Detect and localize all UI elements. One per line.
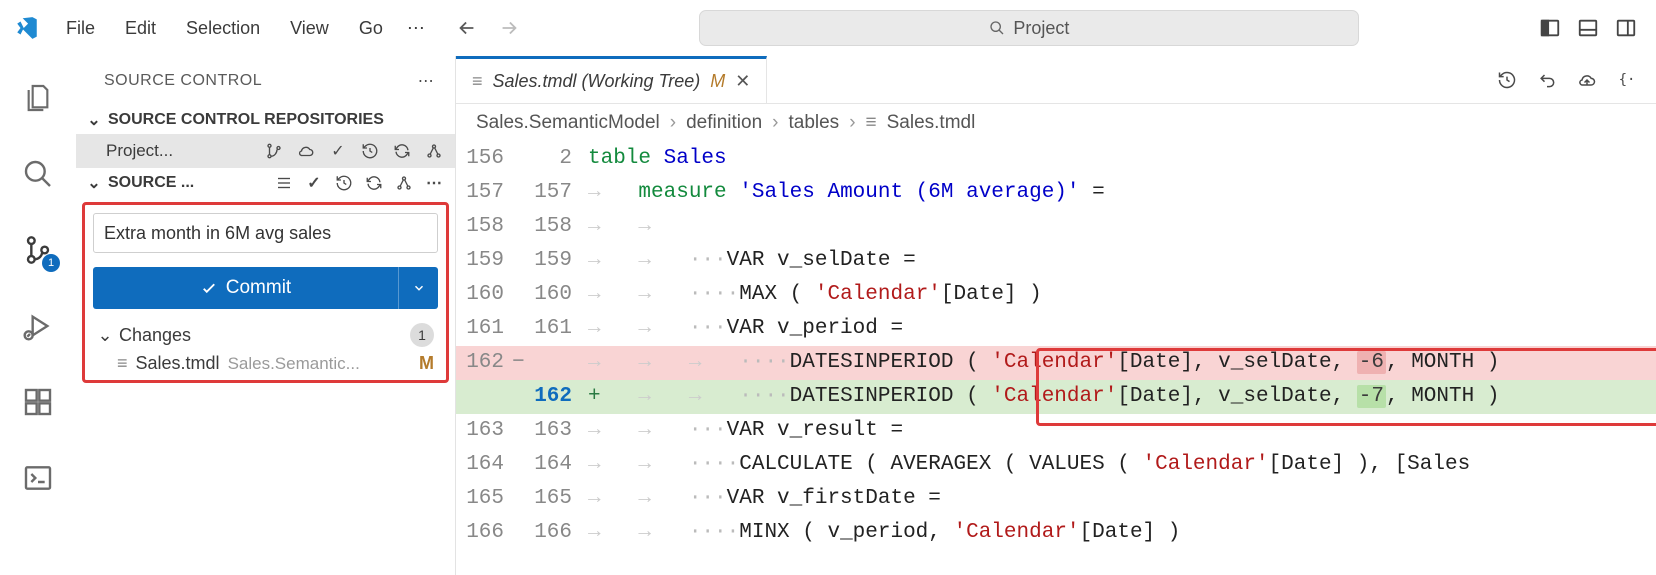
sidebar-more-icon[interactable]: ⋯ — [415, 70, 437, 92]
code-line-added: 162 + → → ····DATESINPERIOD ( 'Calendar'… — [456, 380, 1656, 414]
checkmark-icon[interactable]: ✓ — [327, 140, 349, 162]
breadcrumb-item[interactable]: tables — [788, 112, 839, 134]
code-line: 164164 → → ····CALCULATE ( AVERAGEX ( VA… — [456, 448, 1656, 482]
chevron-down-icon: ⌄ — [86, 110, 102, 130]
search-placeholder: Project — [1013, 18, 1069, 39]
command-center-search[interactable]: Project — [699, 10, 1359, 46]
breadcrumb-item[interactable]: Sales.SemanticModel — [476, 112, 660, 134]
revert-file-icon[interactable] — [1536, 69, 1558, 91]
menu-file[interactable]: File — [52, 12, 109, 45]
breadcrumb-item[interactable]: definition — [686, 112, 762, 134]
tab-sales-tmdl[interactable]: ≡ Sales.tmdl (Working Tree) M ✕ — [456, 56, 767, 103]
checkmark-icon — [200, 279, 218, 297]
menubar: File Edit Selection View Go ⋯ — [52, 12, 433, 45]
code-line: 157157 → measure 'Sales Amount (6M avera… — [456, 176, 1656, 210]
refresh-icon[interactable] — [391, 140, 413, 162]
sidebar-title: SOURCE CONTROL — [104, 72, 262, 90]
history-icon[interactable] — [333, 172, 355, 194]
menu-go[interactable]: Go — [345, 12, 397, 45]
graph-icon[interactable] — [423, 140, 445, 162]
code-line-removed: 162− → → → ····DATESINPERIOD ( 'Calendar… — [456, 346, 1656, 380]
file-path: Sales.Semantic... — [228, 354, 411, 374]
menu-view[interactable]: View — [276, 12, 343, 45]
layout-panel-bottom-icon[interactable] — [1574, 14, 1602, 42]
chevron-right-icon: › — [772, 112, 778, 134]
source-control-icon[interactable]: 1 — [18, 230, 58, 270]
explorer-icon[interactable] — [18, 78, 58, 118]
activity-bar: 1 — [0, 56, 76, 575]
scm-section-label: SOURCE ... — [108, 174, 194, 192]
history-icon[interactable] — [359, 140, 381, 162]
vscode-logo-icon — [8, 15, 46, 41]
more-icon[interactable]: ⋯ — [423, 172, 445, 194]
view-list-icon[interactable] — [273, 172, 295, 194]
commit-button-label: Commit — [226, 277, 291, 299]
chevron-down-icon: ⌄ — [97, 325, 113, 346]
json-icon[interactable]: {· — [1616, 69, 1638, 91]
tab-status-modified: M — [710, 71, 725, 92]
changes-count-badge: 1 — [410, 323, 434, 347]
debug-icon[interactable] — [18, 306, 58, 346]
repo-row[interactable]: Project... ✓ — [76, 134, 455, 168]
sync-cloud-icon[interactable] — [295, 140, 317, 162]
source-control-sidebar: SOURCE CONTROL ⋯ ⌄ SOURCE CONTROL REPOSI… — [76, 56, 456, 575]
chevron-down-icon: ⌄ — [86, 173, 102, 193]
nav-back-icon[interactable] — [453, 14, 481, 42]
changes-label: Changes — [119, 325, 191, 346]
menu-more-icon[interactable]: ⋯ — [399, 12, 433, 45]
commit-annotation-box: Commit ⌄ Changes 1 ≡ Sales.tmdl Sales.Se… — [82, 202, 449, 383]
chevron-right-icon: › — [670, 112, 676, 134]
changed-file-row[interactable]: ≡ Sales.tmdl Sales.Semantic... M — [93, 347, 438, 374]
repos-section-label: SOURCE CONTROL REPOSITORIES — [108, 111, 384, 129]
search-icon — [989, 20, 1005, 36]
commit-message-input[interactable] — [93, 213, 438, 253]
history-icon[interactable] — [1496, 69, 1518, 91]
file-icon: ≡ — [866, 112, 877, 134]
layout-sidebar-right-icon[interactable] — [1612, 14, 1640, 42]
refresh-icon[interactable] — [363, 172, 385, 194]
chevron-right-icon: › — [849, 112, 855, 134]
nav-forward-icon[interactable] — [495, 14, 523, 42]
tab-filename: Sales.tmdl (Working Tree) — [493, 71, 701, 92]
repos-section-header[interactable]: ⌄ SOURCE CONTROL REPOSITORIES — [76, 106, 455, 134]
commit-dropdown-button[interactable] — [398, 267, 438, 309]
editor-tabs: ≡ Sales.tmdl (Working Tree) M ✕ {· — [456, 56, 1656, 104]
cloud-upload-icon[interactable] — [1576, 69, 1598, 91]
title-bar: File Edit Selection View Go ⋯ Project — [0, 0, 1656, 56]
diff-editor[interactable]: 1562 table Sales 157157 → measure 'Sales… — [456, 142, 1656, 550]
editor-group: ≡ Sales.tmdl (Working Tree) M ✕ {· Sales… — [456, 56, 1656, 575]
breadcrumb[interactable]: Sales.SemanticModel › definition › table… — [456, 104, 1656, 142]
branch-icon[interactable] — [263, 140, 285, 162]
file-status-modified: M — [419, 353, 434, 374]
code-line: 158158 → → — [456, 210, 1656, 244]
code-line: 160160 → → ····MAX ( 'Calendar'[Date] ) — [456, 278, 1656, 312]
terminal-icon[interactable] — [18, 458, 58, 498]
code-line: 159159 → → ···VAR v_selDate = — [456, 244, 1656, 278]
menu-edit[interactable]: Edit — [111, 12, 170, 45]
checkmark-icon[interactable]: ✓ — [303, 172, 325, 194]
code-line: 165165 → → ···VAR v_firstDate = — [456, 482, 1656, 516]
breadcrumb-item[interactable]: Sales.tmdl — [887, 112, 976, 134]
code-line: 163163 → → ···VAR v_result = — [456, 414, 1656, 448]
file-name: Sales.tmdl — [136, 353, 220, 374]
code-line: 1562 table Sales — [456, 142, 1656, 176]
file-icon: ≡ — [472, 71, 483, 92]
close-icon[interactable]: ✕ — [735, 71, 750, 92]
extensions-icon[interactable] — [18, 382, 58, 422]
code-line: 166166 → → ····MINX ( v_period, 'Calenda… — [456, 516, 1656, 550]
code-line: 161161 → → ···VAR v_period = — [456, 312, 1656, 346]
commit-button[interactable]: Commit — [93, 267, 398, 309]
menu-selection[interactable]: Selection — [172, 12, 274, 45]
changes-header[interactable]: ⌄ Changes 1 — [93, 323, 438, 347]
layout-sidebar-left-icon[interactable] — [1536, 14, 1564, 42]
graph-icon[interactable] — [393, 172, 415, 194]
scm-section-header[interactable]: ⌄ SOURCE ... ✓ ⋯ — [76, 168, 455, 198]
file-icon: ≡ — [117, 353, 128, 374]
repo-name: Project... — [106, 141, 173, 161]
search-activity-icon[interactable] — [18, 154, 58, 194]
scm-badge: 1 — [42, 254, 60, 272]
chevron-down-icon — [412, 281, 426, 295]
